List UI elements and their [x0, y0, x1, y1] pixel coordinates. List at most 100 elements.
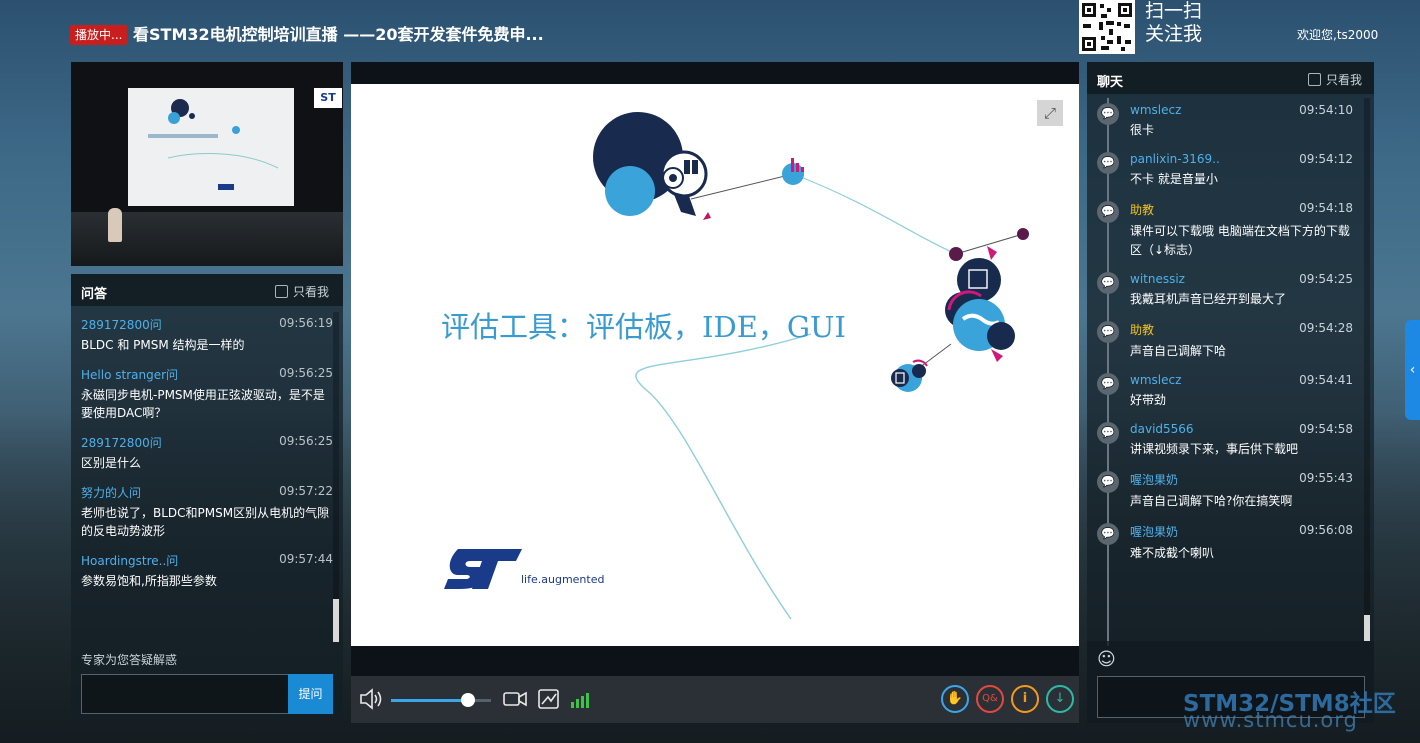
chat-time: 09:56:08	[1299, 523, 1353, 537]
qa-time: 09:56:19	[279, 316, 333, 330]
camera-icon[interactable]	[502, 688, 528, 715]
picture-switch-icon[interactable]	[537, 688, 561, 715]
chat-only-me-checkbox[interactable]: 只看我	[1308, 71, 1362, 88]
live-status-badge: 播放中...	[70, 25, 128, 45]
volume-slider[interactable]	[391, 693, 491, 707]
chat-user[interactable]: wmslecz	[1130, 373, 1181, 387]
chat-time: 09:54:18	[1299, 201, 1353, 215]
chat-bubble-icon: 💬	[1097, 523, 1119, 545]
qr-prompt-line2: 关注我	[1145, 23, 1203, 45]
chat-user[interactable]: 助教	[1130, 321, 1154, 338]
volume-icon[interactable]	[359, 688, 383, 715]
chat-scrollbar-thumb[interactable]	[1364, 615, 1370, 641]
chat-bubble-icon: 💬	[1097, 422, 1119, 444]
chat-message: 💬 david5566 09:54:58 讲课视频录下来，事后供下载吧	[1097, 422, 1353, 459]
question-input[interactable]	[81, 674, 290, 714]
chat-only-me-label: 只看我	[1326, 73, 1363, 87]
qa-user[interactable]: Hello stranger问	[81, 366, 178, 383]
qa-time: 09:56:25	[279, 366, 333, 380]
volume-slider-knob[interactable]	[461, 693, 475, 707]
chat-text: 难不成截个喇叭	[1130, 546, 1215, 560]
qa-time: 09:57:22	[279, 484, 333, 498]
qa-user[interactable]: 努力的人问	[81, 484, 141, 501]
chat-time: 09:54:10	[1299, 103, 1353, 117]
checkbox-icon	[1308, 73, 1321, 86]
chat-scrollbar-track[interactable]	[1364, 98, 1370, 641]
chat-user[interactable]: 喔泡果奶	[1130, 471, 1178, 488]
chat-text: 很卡	[1130, 123, 1155, 137]
st-logo-icon	[444, 549, 522, 589]
chat-message: 💬 助教 09:54:18 课件可以下载哦 电脑端在文档下方的下载区（↓标志）	[1097, 201, 1353, 260]
chat-bubble-icon: 💬	[1097, 152, 1119, 174]
chat-time: 09:54:58	[1299, 422, 1353, 436]
qa-item: 289172800问 09:56:25 区别是什么	[81, 434, 333, 472]
chat-bubble-icon: 💬	[1097, 201, 1119, 223]
chat-message: 💬 witnessiz 09:54:25 我戴耳机声音已经开到最大了	[1097, 272, 1353, 309]
ask-button[interactable]: 提问	[288, 674, 333, 714]
qa-only-me-checkbox[interactable]: 只看我	[275, 283, 329, 300]
camera-video[interactable]: ST	[71, 62, 343, 266]
chat-text: 不卡 就是音量小	[1130, 172, 1218, 186]
emoji-icon[interactable]: ☺	[1097, 649, 1116, 670]
qa-title: 问答	[81, 287, 108, 302]
qa-question: 老师也说了，BLDC和PMSM区别从电机的气隙的反电动势波形	[81, 506, 330, 538]
checkbox-icon	[275, 285, 288, 298]
chat-list: 💬 wmslecz 09:54:10 很卡 💬 panlixin-3169.. 09:54…	[1097, 103, 1353, 575]
qa-question: BLDC 和 PMSM 结构是一样的	[81, 338, 245, 352]
volume-slider-fill	[391, 699, 468, 702]
qa-scrollbar-thumb[interactable]	[333, 599, 339, 642]
qr-prompt: 扫一扫 关注我	[1145, 0, 1202, 46]
slide-view: 评估工具：评估板，IDE，GUI life.augmented ⤢	[351, 84, 1079, 646]
page-title: 看STM32电机控制培训直播 ——20套开发套件免费申...	[133, 25, 544, 44]
chat-time: 09:55:43	[1299, 471, 1353, 485]
qa-user[interactable]: 289172800问	[81, 434, 162, 451]
projector-slide-image	[148, 99, 279, 190]
player-controls: ✋ Q& i ↓	[351, 676, 1079, 723]
chat-text: 声音自己调解下哈?你在搞笑啊	[1130, 494, 1293, 508]
qa-item: Hoardingstre..问 09:57:44 参数易饱和,所指那些参数	[81, 552, 333, 590]
slide-player: 评估工具：评估板，IDE，GUI life.augmented ⤢ ✋ Q& i…	[351, 62, 1079, 723]
fullscreen-icon[interactable]: ⤢	[1037, 100, 1063, 126]
qa-time: 09:57:44	[279, 552, 333, 566]
chat-time: 09:54:28	[1299, 321, 1353, 335]
qa-time: 09:56:25	[279, 434, 333, 448]
qa-user[interactable]: 289172800问	[81, 316, 162, 333]
chat-message: 💬 喔泡果奶 09:55:43 声音自己调解下哈?你在搞笑啊	[1097, 471, 1353, 511]
chat-header: 聊天 只看我	[1087, 62, 1374, 94]
qa-toggle-icon[interactable]: Q&	[976, 685, 1004, 713]
watermark-url: www.stmcu.org	[1183, 708, 1358, 732]
side-collapse-chevron-icon[interactable]: ‹	[1405, 320, 1420, 420]
info-icon[interactable]: i	[1011, 685, 1039, 713]
chat-user[interactable]: witnessiz	[1130, 272, 1185, 286]
qa-question: 参数易饱和,所指那些参数	[81, 574, 217, 588]
raise-hand-icon[interactable]: ✋	[941, 685, 969, 713]
chat-bubble-icon: 💬	[1097, 103, 1119, 125]
chat-message: 💬 助教 09:54:28 声音自己调解下哈	[1097, 321, 1353, 361]
chat-user[interactable]: panlixin-3169..	[1130, 152, 1220, 166]
chat-user[interactable]: 助教	[1130, 201, 1154, 218]
chat-text: 课件可以下载哦 电脑端在文档下方的下载区（↓标志）	[1130, 224, 1350, 257]
chat-text: 声音自己调解下哈	[1130, 344, 1227, 358]
chat-message: 💬 wmslecz 09:54:41 好带劲	[1097, 373, 1353, 410]
projector-screen	[128, 88, 294, 206]
chat-user[interactable]: david5566	[1130, 422, 1194, 436]
qa-header: 问答 只看我	[71, 274, 343, 306]
qa-panel: 问答 只看我 289172800问 09:56:19 BLDC 和 PMSM 结构…	[71, 274, 343, 723]
st-logo-overlay-icon: ST	[314, 88, 342, 108]
chat-user[interactable]: 喔泡果奶	[1130, 523, 1178, 540]
qa-user[interactable]: Hoardingstre..问	[81, 552, 178, 569]
qa-item: Hello stranger问 09:56:25 永磁同步电机-PMSM使用正弦波…	[81, 366, 333, 422]
qr-prompt-line1: 扫一扫	[1145, 0, 1203, 22]
qr-code[interactable]	[1079, 0, 1135, 54]
qa-list: 289172800问 09:56:19 BLDC 和 PMSM 结构是一样的 He…	[81, 316, 333, 602]
qa-footer-label: 专家为您答疑解惑	[81, 653, 178, 667]
qa-item: 努力的人问 09:57:22 老师也说了，BLDC和PMSM区别从电机的气隙的反电…	[81, 484, 333, 540]
qr-code-icon	[1082, 3, 1132, 51]
qa-scrollbar-track[interactable]	[333, 312, 339, 642]
slide-heading: 评估工具：评估板，IDE，GUI	[441, 310, 846, 344]
chat-bubble-icon: 💬	[1097, 272, 1119, 294]
welcome-user: 欢迎您,ts2000	[1297, 28, 1379, 42]
chat-user[interactable]: wmslecz	[1130, 103, 1181, 117]
download-icon[interactable]: ↓	[1046, 685, 1074, 713]
header: 播放中... 看STM32电机控制培训直播 ——20套开发套件免费申... 扫一…	[0, 0, 1420, 62]
